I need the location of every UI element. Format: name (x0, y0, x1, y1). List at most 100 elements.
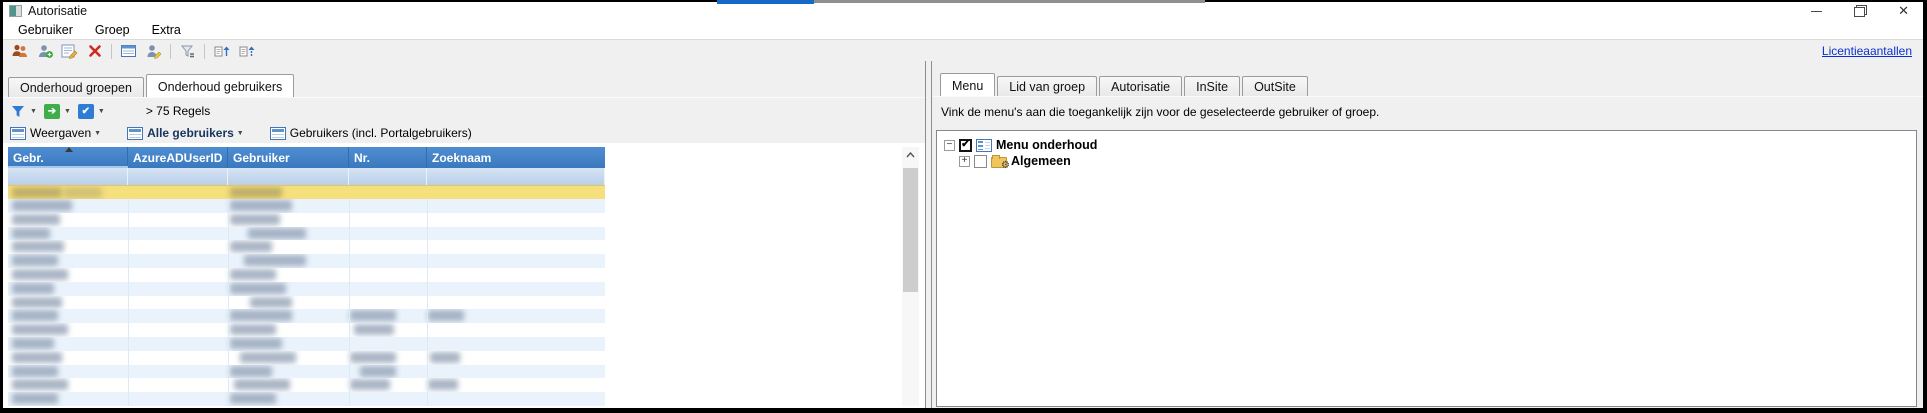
views-dropdown-caret[interactable]: ▼ (94, 130, 101, 137)
checkbox-algemeen[interactable] (974, 155, 987, 168)
redacted-cell (12, 338, 54, 349)
select-dropdown-caret[interactable]: ▼ (98, 108, 105, 115)
column-header-nr[interactable]: Nr. (349, 147, 427, 168)
table-row[interactable] (8, 323, 605, 337)
menu-tree: − ✔ Menu onderhoud + ⚙ Algemeen (936, 130, 1917, 407)
redacted-cell (12, 255, 58, 266)
filter-cell[interactable] (427, 168, 605, 185)
add-user-icon (36, 43, 54, 59)
edit-user-button[interactable] (58, 42, 81, 61)
tab-onderhoud-gebruikers[interactable]: Onderhoud gebruikers (146, 74, 294, 97)
users-button[interactable] (8, 42, 31, 61)
user-rights-button[interactable] (142, 42, 165, 61)
column-header-zoeknaam[interactable]: Zoeknaam (427, 147, 605, 168)
filter-cell[interactable] (8, 168, 128, 185)
menu-extra[interactable]: Extra (141, 21, 192, 39)
table-row[interactable] (8, 213, 605, 227)
table-row[interactable] (8, 378, 605, 392)
table-row[interactable] (8, 282, 605, 296)
redacted-cell (230, 310, 292, 321)
collapse-expander[interactable]: − (944, 140, 955, 151)
redacted-cell (230, 214, 280, 225)
tree-label[interactable]: Algemeen (1011, 154, 1071, 168)
select-all-button[interactable]: ✔ (78, 104, 94, 119)
folder-gear-icon: ⚙ (991, 157, 1007, 168)
redacted-cell (230, 283, 286, 294)
table-row[interactable] (8, 351, 605, 365)
left-tabstrip: Onderhoud groepen Onderhoud gebruikers (8, 74, 296, 97)
tab-onderhoud-groepen[interactable]: Onderhoud groepen (8, 77, 144, 97)
tab-menu[interactable]: Menu (940, 73, 995, 96)
table-row[interactable] (8, 254, 605, 268)
properties-button[interactable] (117, 42, 140, 61)
collapse-up-button[interactable] (235, 42, 258, 61)
main-area: Onderhoud groepen Onderhoud gebruikers ▼… (3, 61, 1923, 408)
add-user-button[interactable] (33, 42, 56, 61)
filter-cell[interactable] (128, 168, 228, 185)
views-icon (10, 127, 26, 140)
window-title: Autorisatie (28, 4, 87, 18)
tabstrip-divider (3, 97, 925, 98)
apply-dropdown-caret[interactable]: ▼ (64, 108, 71, 115)
background-window-edge-blue (717, 0, 814, 4)
users-panel: Onderhoud groepen Onderhoud gebruikers ▼… (3, 61, 926, 408)
delete-button[interactable] (83, 42, 106, 61)
menu-gebruiker[interactable]: Gebruiker (7, 21, 84, 39)
restore-button[interactable] (1854, 5, 1868, 17)
tab-outsite[interactable]: OutSite (1242, 76, 1308, 96)
scroll-up-arrow[interactable] (902, 147, 919, 163)
table-row[interactable] (8, 227, 605, 241)
tree-label[interactable]: Menu onderhoud (996, 138, 1097, 152)
selection-dropdown-caret[interactable]: ▼ (237, 130, 244, 137)
row-count-label: > 75 Regels (146, 104, 210, 118)
redacted-cell (12, 269, 68, 280)
table-row[interactable] (8, 309, 605, 323)
table-row[interactable] (8, 240, 605, 254)
redacted-cell (12, 379, 68, 390)
grid-form-icon (120, 43, 138, 59)
filter-button[interactable] (176, 42, 199, 61)
panel-splitter[interactable] (931, 61, 932, 408)
filter-cell[interactable] (228, 168, 349, 185)
redacted-cell (12, 366, 58, 377)
filter-funnel-button[interactable] (10, 104, 26, 119)
portal-filter-button[interactable]: Gebruikers (incl. Portalgebruikers) (290, 126, 472, 140)
vertical-scrollbar[interactable] (902, 147, 919, 406)
gear-icon: ⚙ (1001, 160, 1010, 171)
redacted-cell (244, 255, 306, 266)
table-row[interactable] (8, 268, 605, 282)
table-row[interactable] (8, 365, 605, 379)
menu-icon (976, 139, 992, 152)
scrollbar-thumb[interactable] (903, 168, 918, 292)
redacted-cell (64, 187, 102, 198)
redacted-cell (12, 214, 60, 225)
table-row[interactable] (8, 296, 605, 310)
column-header-azureaduserid[interactable]: AzureADUserID (128, 147, 228, 168)
tab-lid-van-groep[interactable]: Lid van groep (997, 76, 1097, 96)
redacted-cell (248, 228, 306, 239)
checkbox-menu-onderhoud[interactable]: ✔ (959, 139, 972, 152)
tab-autorisatie[interactable]: Autorisatie (1099, 76, 1182, 96)
selection-button[interactable]: Alle gebruikers (147, 126, 234, 140)
filter-dropdown-caret[interactable]: ▼ (30, 108, 37, 115)
table-row[interactable] (8, 199, 605, 213)
minimize-button[interactable] (1810, 5, 1824, 17)
table-row[interactable] (8, 392, 605, 406)
tab-insite[interactable]: InSite (1184, 76, 1240, 96)
apply-filter-button[interactable]: ➔ (44, 104, 60, 119)
redacted-cell (234, 379, 290, 390)
titlebar: Autorisatie ✕ (3, 2, 1923, 20)
selected-row[interactable] (8, 185, 605, 199)
filter-cell[interactable] (349, 168, 427, 185)
license-counts-link[interactable]: Licentieaantallen (1822, 44, 1912, 58)
table-row[interactable] (8, 337, 605, 351)
expand-up-button[interactable] (210, 42, 233, 61)
views-button[interactable]: Weergaven (30, 126, 91, 140)
close-button[interactable]: ✕ (1898, 5, 1909, 17)
expand-expander[interactable]: + (959, 156, 970, 167)
menu-groep[interactable]: Groep (84, 21, 141, 39)
column-divider (228, 199, 229, 406)
column-header-gebruiker[interactable]: Gebruiker (228, 147, 349, 168)
redacted-cell (12, 352, 62, 363)
redacted-cell (12, 297, 62, 308)
